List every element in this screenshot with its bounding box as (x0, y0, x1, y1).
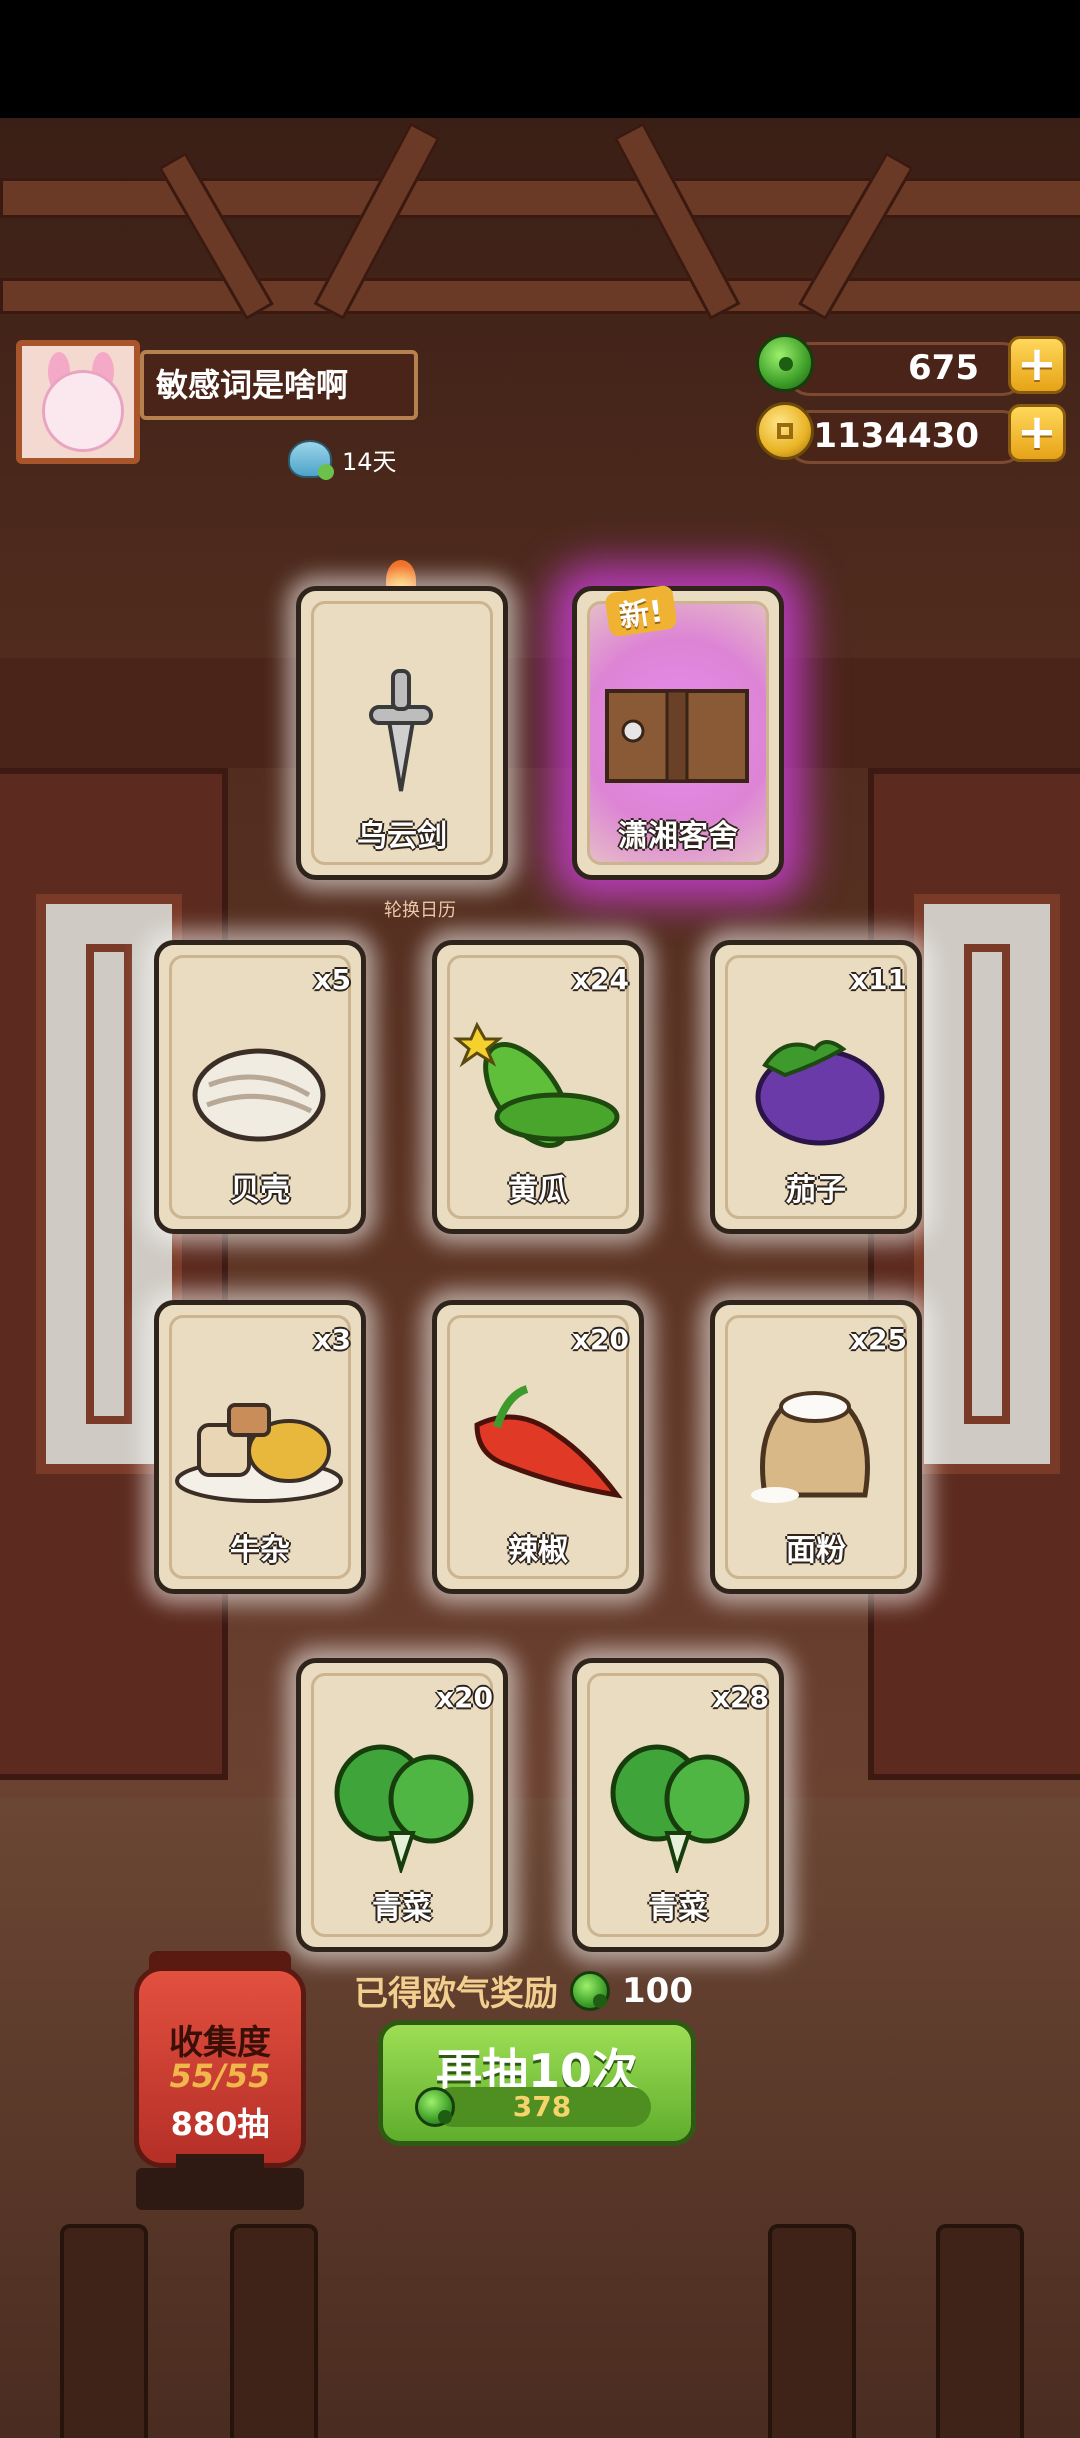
reward-card-inn[interactable]: 新! 潇湘客舍 (572, 584, 784, 880)
item-label: 贝壳 (230, 1173, 290, 1208)
player-name: 敏感词是啥啊 (140, 350, 418, 420)
fence-post (60, 2224, 148, 2438)
calendar-caption: 轮换日历 (384, 900, 456, 921)
login-days-text: 14天 (342, 447, 397, 476)
item-card[interactable]: x3 牛杂 (154, 1300, 366, 1594)
draw-cost: 378 (415, 2087, 651, 2127)
shell-icon (192, 1048, 326, 1142)
item-card[interactable]: x11 茄子 (710, 940, 922, 1234)
item-card[interactable]: x28 青菜 (572, 1658, 784, 1952)
luck-reward: 已得欧气奖励 100 (354, 1966, 693, 2015)
fence-post (230, 2224, 318, 2438)
bok-choy-icon (610, 1744, 750, 1873)
chili-icon (474, 1385, 623, 1499)
item-quantity: x5 (313, 963, 351, 996)
collection-draws: 880抽 (170, 2105, 270, 2143)
roof-beam (0, 278, 1080, 314)
jade-icon (756, 334, 814, 392)
right-door (868, 768, 1080, 1780)
wall-band (0, 658, 1080, 768)
item-card[interactable]: x24 黄瓜 (432, 940, 644, 1234)
item-quantity: x24 (571, 963, 629, 996)
item-quantity: x20 (571, 1323, 629, 1356)
item-card[interactable]: x25 面粉 (710, 1300, 922, 1594)
left-door (0, 768, 228, 1780)
collection-progress: 55/55 (169, 2057, 271, 2095)
new-badge: 新! (604, 584, 678, 638)
jade-icon (570, 1970, 610, 2011)
collection-lantern[interactable]: 收集度 55/55 880抽 (134, 1951, 306, 2168)
draw-cost-value: 378 (512, 2090, 572, 2123)
bok-choy-icon (334, 1744, 474, 1873)
draw-again-button[interactable]: 再抽10次 378 (378, 2020, 696, 2146)
add-coin-button[interactable]: + (1008, 404, 1066, 462)
item-card[interactable]: x20 青菜 (296, 1658, 508, 1952)
fence-post (936, 2224, 1024, 2438)
item-label: 青菜 (372, 1891, 432, 1926)
card-label: 乌云剑 (357, 819, 447, 854)
cucumber-icon (452, 1021, 620, 1149)
item-card[interactable]: x20 辣椒 (432, 1300, 644, 1594)
avatar-face (42, 370, 124, 452)
jade-resource: 675 + (756, 334, 1066, 396)
coin-icon (756, 402, 814, 460)
tripe-icon (175, 1403, 343, 1503)
item-label: 茄子 (786, 1173, 846, 1208)
luck-reward-label: 已得欧气奖励 (354, 1974, 558, 2014)
item-quantity: x28 (711, 1681, 769, 1714)
calendar-days-icon (288, 440, 334, 480)
jade-amount: 675 (786, 342, 1026, 396)
coin-amount: 1134430 (786, 410, 1026, 464)
item-label: 黄瓜 (508, 1173, 568, 1208)
item-card[interactable]: x5 贝壳 (154, 940, 366, 1234)
lantern-cap (149, 1951, 291, 1971)
fence-post (768, 2224, 856, 2438)
item-quantity: x20 (435, 1681, 493, 1714)
sword-icon (369, 669, 433, 792)
eggplant-icon (755, 1040, 885, 1146)
add-jade-button[interactable]: + (1008, 336, 1066, 394)
inn-door-icon (605, 689, 749, 783)
flour-sack-icon (751, 1391, 870, 1503)
item-label: 辣椒 (508, 1533, 568, 1568)
coin-resource: 1134430 + (756, 402, 1066, 464)
item-quantity: x3 (313, 1323, 351, 1356)
item-label: 面粉 (786, 1533, 846, 1568)
item-quantity: x11 (849, 963, 907, 996)
card-label: 潇湘客舍 (618, 819, 738, 854)
roof-beam (0, 178, 1080, 218)
jade-icon (415, 2087, 455, 2127)
item-label: 青菜 (648, 1891, 708, 1926)
login-days: 14天 (288, 440, 397, 480)
lantern-stand (136, 2154, 304, 2210)
item-label: 牛杂 (230, 1533, 290, 1568)
item-quantity: x25 (849, 1323, 907, 1356)
luck-reward-value: 100 (622, 1970, 693, 2011)
reward-card-sword[interactable]: 乌云剑 (296, 586, 508, 880)
player-avatar[interactable] (16, 340, 140, 464)
